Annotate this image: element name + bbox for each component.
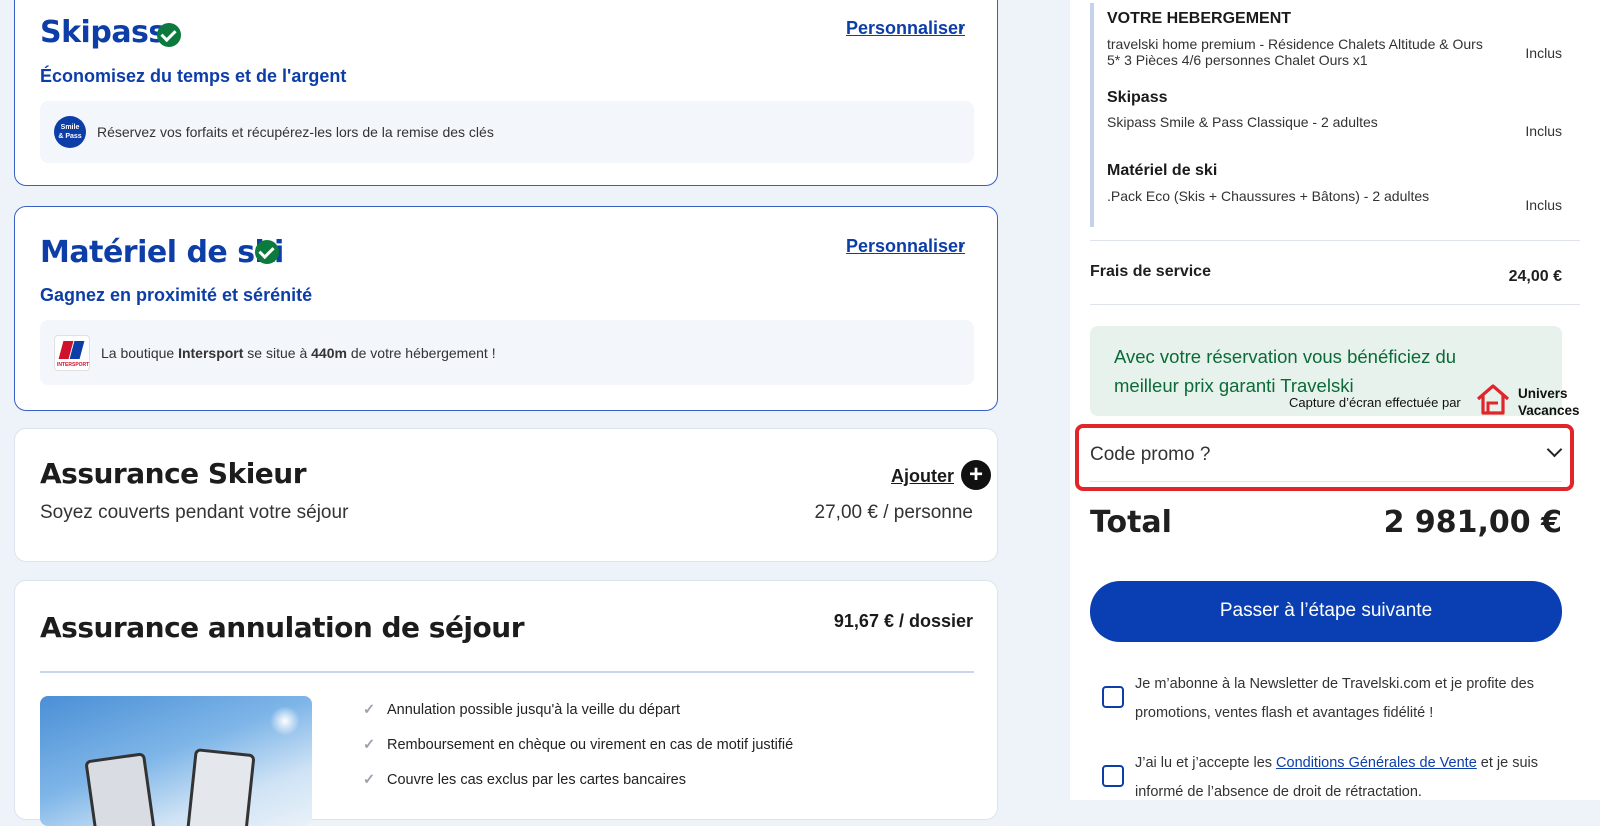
skipass-summary-title: Skipass	[1107, 89, 1168, 106]
skipass-personalize-link[interactable]: Personnaliser	[846, 18, 965, 39]
benefit-item-3: ✓ Couvre les cas exclus par les cartes ba…	[363, 772, 686, 788]
ski-gear-personalize-link[interactable]: Personnaliser	[846, 236, 965, 257]
best-price-guarantee-text: Avec votre réservation vous bénéficiez d…	[1114, 346, 1457, 396]
watermark-caption: Capture d’écran effectuée par	[1289, 395, 1461, 410]
gear-summary-status: Inclus	[1525, 197, 1562, 213]
check-icon: ✓	[363, 702, 376, 718]
check-icon	[255, 240, 279, 264]
skier-insurance-description: Soyez couverts pendant votre séjour	[40, 502, 349, 523]
skipass-title: Skipass	[40, 15, 166, 50]
newsletter-text: Je m’abonne à la Newsletter de Travelski…	[1135, 676, 1534, 721]
skier-insurance-add-link[interactable]: Ajouter	[891, 466, 954, 487]
total-value: 2 981,00 €	[1383, 505, 1562, 540]
cancel-insurance-title: Assurance annulation de séjour	[40, 611, 525, 644]
service-fee-value: 24,00 €	[1508, 268, 1562, 285]
smile-pass-logo-text-2: & Pass	[58, 133, 82, 140]
ski-gear-info-text: La boutique Intersport se situe à 440m d…	[101, 344, 496, 361]
chevron-right-icon: ›	[958, 17, 964, 37]
intersport-logo: INTERSPORT	[54, 335, 90, 371]
divider	[40, 671, 974, 673]
check-icon: ✓	[363, 772, 376, 788]
skipass-card: Skipass Personnaliser › Économisez du te…	[14, 0, 998, 186]
promo-code-toggle[interactable]: Code promo ?	[1090, 440, 1563, 480]
gear-summary-title: Matériel de ski	[1107, 162, 1218, 179]
smile-pass-logo: Smile & Pass	[54, 116, 86, 148]
divider	[1090, 240, 1580, 241]
benefit-item-2: ✓ Remboursement en chèque ou virement en …	[363, 737, 794, 753]
add-plus-icon[interactable]: +	[961, 460, 991, 490]
ski-gear-title: Matériel de ski	[40, 235, 284, 270]
skipass-info-text: Réservez vos forfaits et récupérez-les l…	[97, 124, 494, 140]
summary-items-accent	[1090, 3, 1094, 227]
chevron-right-icon: ›	[958, 235, 964, 255]
newsletter-checkbox[interactable]	[1102, 686, 1124, 708]
intersport-logo-text: INTERSPORT	[57, 362, 90, 368]
skipass-subtitle: Économisez du temps et de l'argent	[40, 66, 347, 86]
skipass-summary-description: Skipass Smile & Pass Classique - 2 adult…	[1107, 114, 1378, 130]
skipass-summary-status: Inclus	[1525, 123, 1562, 139]
skier-insurance-title: Assurance Skieur	[40, 457, 307, 490]
ski-gear-subtitle: Gagnez en proximité et sérénité	[40, 285, 313, 305]
skier-insurance-card: Assurance Skieur Ajouter + Soyez couvert…	[14, 428, 998, 562]
cgv-link[interactable]: Conditions Générales de Vente	[1276, 755, 1477, 771]
next-step-button[interactable]: Passer à l’étape suivante	[1090, 581, 1562, 642]
cgv-text: J’ai lu et j’accepte les Conditions Géné…	[1135, 755, 1539, 800]
chevron-down-icon	[1546, 441, 1563, 458]
cancel-insurance-price: 91,67 € / dossier	[833, 611, 973, 631]
check-icon	[157, 23, 181, 47]
watermark-brand-line1: Univers	[1518, 386, 1568, 401]
ski-photo	[40, 696, 312, 826]
accommodation-title: VOTRE HEBERGEMENT	[1107, 10, 1292, 27]
total-label: Total	[1090, 505, 1172, 540]
accommodation-description: travelski home premium - Résidence Chale…	[1107, 36, 1483, 68]
watermark-brand-line2: Vacances	[1518, 403, 1580, 418]
skipass-info-box: Smile & Pass Réservez vos forfaits et ré…	[40, 101, 974, 163]
promo-code-label: Code promo ?	[1090, 444, 1211, 465]
benefit-item-1: ✓ Annulation possible jusqu'à la veille d…	[363, 702, 680, 718]
ski-gear-card: Matériel de ski Personnaliser › Gagnez e…	[14, 206, 998, 411]
univers-vacances-logo-icon	[1476, 383, 1510, 415]
service-fee-label: Frais de service	[1090, 263, 1211, 280]
accommodation-status: Inclus	[1525, 45, 1562, 61]
divider	[1090, 304, 1580, 305]
ski-gear-info-box: INTERSPORT La boutique Intersport se sit…	[40, 320, 974, 385]
gear-summary-description: .Pack Eco (Skis + Chaussures + Bâtons) -…	[1107, 188, 1430, 204]
skier-insurance-price: 27,00 € / personne	[814, 502, 973, 523]
cgv-checkbox[interactable]	[1102, 765, 1124, 787]
cancel-insurance-card: Assurance annulation de séjour 91,67 € /…	[14, 580, 998, 826]
check-icon: ✓	[363, 737, 376, 753]
divider	[1090, 481, 1562, 482]
smile-pass-logo-text-1: Smile	[60, 124, 80, 131]
